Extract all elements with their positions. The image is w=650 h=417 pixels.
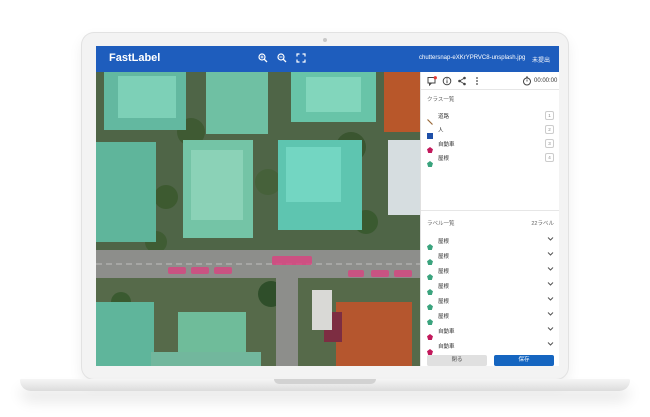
chevron-down-icon[interactable] [547, 340, 554, 349]
label-name: 屋根 [438, 299, 450, 305]
shortcut-key: 3 [545, 139, 554, 148]
polygon-tool-icon [427, 342, 433, 355]
chevron-down-icon[interactable] [547, 235, 554, 244]
unsubmitted-link[interactable]: 未提出 [532, 55, 550, 64]
chevron-down-icon[interactable] [547, 310, 554, 319]
polygon-tool-icon [427, 154, 433, 167]
zoom-in-icon[interactable] [257, 53, 269, 65]
timer-icon [522, 76, 532, 86]
zoom-out-icon[interactable] [276, 53, 288, 65]
label-item[interactable]: 屋根 [427, 280, 554, 295]
label-item[interactable]: 屋根 [427, 310, 554, 325]
polygon-tool-icon [427, 312, 433, 325]
annotation-side-panel: 00:00:00 クラス一覧 道路 1 人 2 自動車 3 屋根 4 ラベル一覧… [420, 72, 559, 366]
polygon-tool-icon [427, 252, 433, 265]
save-button[interactable]: 保存 [494, 355, 554, 366]
class-label: 人 [438, 128, 444, 134]
shortcut-key: 2 [545, 125, 554, 134]
class-label: 屋根 [438, 156, 450, 162]
divider [421, 89, 559, 90]
app-header: FastLabel chuttersnap-eXKrYPRVC8-unsplas… [96, 46, 559, 72]
close-button[interactable]: 閉る [427, 355, 487, 366]
chevron-down-icon[interactable] [547, 325, 554, 334]
chevron-down-icon[interactable] [547, 250, 554, 259]
line-tool-icon [427, 112, 433, 125]
shortcut-key: 4 [545, 153, 554, 162]
divider [421, 210, 559, 211]
label-item[interactable]: 自動車 [427, 340, 554, 355]
bbox-tool-icon [427, 126, 433, 139]
label-item[interactable]: 屋根 [427, 250, 554, 265]
class-item-person[interactable]: 人 2 [427, 124, 554, 139]
polygon-tool-icon [427, 327, 433, 340]
file-name: chuttersnap-eXKrYPRVC8-unsplash.jpg [419, 55, 526, 61]
chevron-down-icon[interactable] [547, 280, 554, 289]
polygon-tool-icon [427, 140, 433, 153]
shortcut-key: 1 [545, 111, 554, 120]
comment-icon[interactable] [427, 76, 437, 87]
app-logo: FastLabel [109, 52, 161, 64]
class-item-roof[interactable]: 屋根 4 [427, 152, 554, 167]
class-item-road[interactable]: 道路 1 [427, 110, 554, 125]
class-label: 道路 [438, 114, 450, 120]
label-name: 屋根 [438, 269, 450, 275]
class-item-car[interactable]: 自動車 3 [427, 138, 554, 153]
polygon-tool-icon [427, 297, 433, 310]
app-screen: FastLabel chuttersnap-eXKrYPRVC8-unsplas… [96, 46, 559, 366]
label-list-title: ラベル一覧 [427, 221, 455, 227]
label-name: 屋根 [438, 284, 450, 290]
label-name: 屋根 [438, 254, 450, 260]
label-name: 屋根 [438, 239, 450, 245]
label-count: 22ラベル [531, 221, 554, 227]
label-name: 屋根 [438, 314, 450, 320]
camera [323, 38, 327, 42]
label-name: 自動車 [438, 329, 455, 335]
aerial-image-canvas[interactable] [96, 72, 420, 366]
fullscreen-icon[interactable] [295, 53, 307, 65]
polygon-tool-icon [427, 237, 433, 250]
chevron-down-icon[interactable] [547, 265, 554, 274]
annotated-aerial-photo [96, 72, 420, 366]
info-icon[interactable] [442, 76, 452, 86]
label-item[interactable]: 屋根 [427, 265, 554, 280]
class-list-title: クラス一覧 [427, 97, 455, 103]
share-icon[interactable] [457, 76, 467, 86]
polygon-tool-icon [427, 267, 433, 280]
label-name: 自動車 [438, 344, 455, 350]
timer-value: 00:00:00 [534, 78, 558, 84]
chevron-down-icon[interactable] [547, 295, 554, 304]
polygon-tool-icon [427, 282, 433, 295]
label-item[interactable]: 自動車 [427, 325, 554, 340]
laptop-notch [274, 379, 376, 384]
label-item[interactable]: 屋根 [427, 235, 554, 250]
more-icon[interactable] [472, 76, 482, 86]
class-label: 自動車 [438, 142, 455, 148]
label-item[interactable]: 屋根 [427, 295, 554, 310]
